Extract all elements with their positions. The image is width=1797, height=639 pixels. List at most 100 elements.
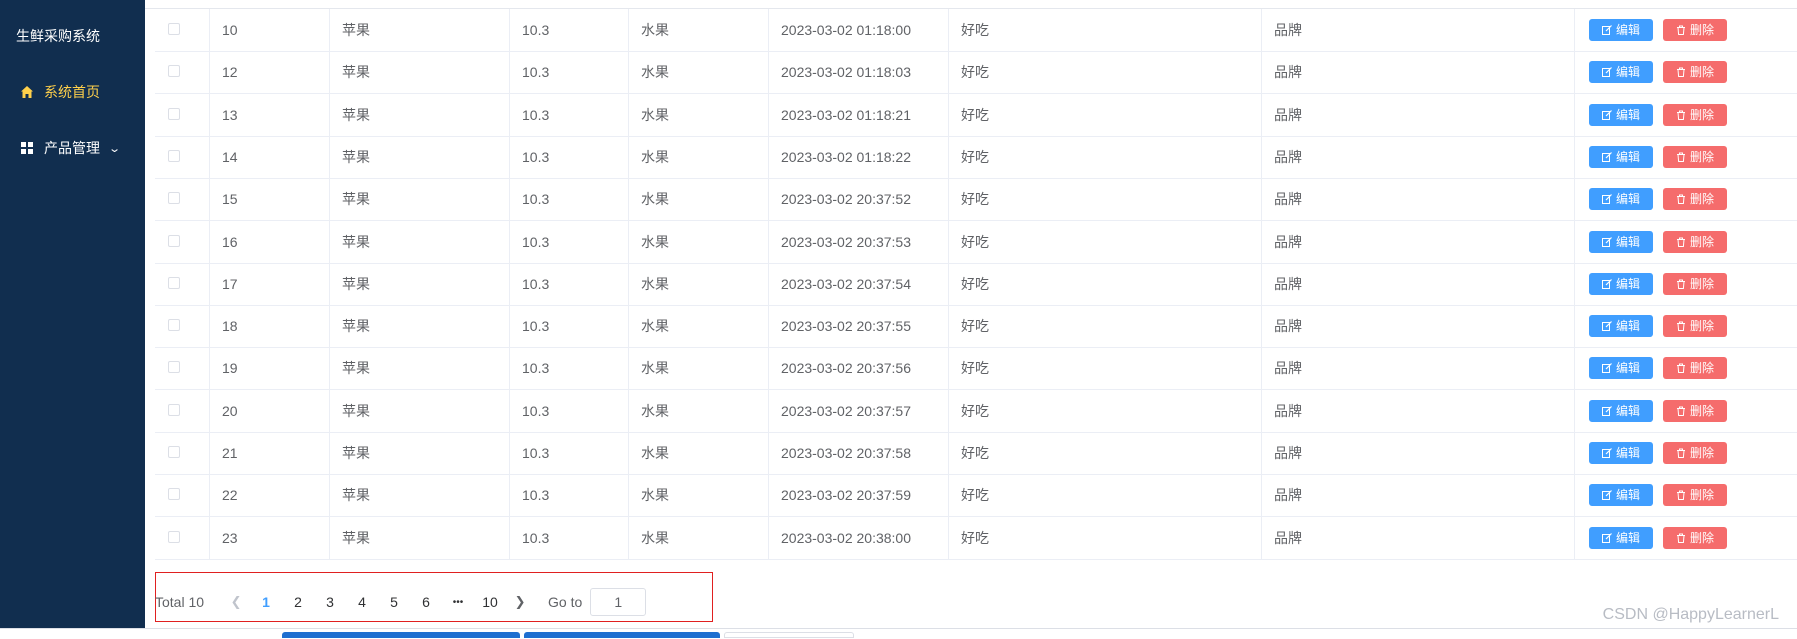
edit-button-label: 编辑: [1615, 403, 1640, 418]
row-checkbox[interactable]: [168, 149, 180, 162]
cell-brand: 品牌: [1262, 432, 1575, 474]
delete-button[interactable]: 删除: [1663, 103, 1727, 126]
select-cell: [155, 516, 210, 559]
cell-id: 10: [210, 9, 330, 51]
row-checkbox[interactable]: [168, 488, 180, 501]
edit-button[interactable]: 编辑: [1589, 526, 1653, 549]
edit-button[interactable]: 编辑: [1589, 484, 1653, 507]
page-10[interactable]: 10: [474, 594, 506, 610]
cell-time: 2023-03-02 20:37:53: [769, 220, 949, 263]
cell-desc: 好吃: [949, 516, 1262, 559]
cell-category: 水果: [629, 9, 769, 51]
row-checkbox[interactable]: [168, 276, 180, 289]
trash-icon: [1676, 406, 1685, 416]
cell-category: 水果: [629, 178, 769, 221]
delete-button[interactable]: 删除: [1663, 357, 1727, 380]
cell-time: 2023-03-02 01:18:03: [769, 51, 949, 94]
edit-button[interactable]: 编辑: [1589, 272, 1653, 295]
cell-brand: 品牌: [1262, 93, 1575, 136]
sidebar-item-product-management[interactable]: 产品管理 ⌄: [0, 128, 145, 168]
edit-button[interactable]: 编辑: [1589, 399, 1653, 422]
select-cell: [155, 305, 210, 348]
delete-button-label: 删除: [1689, 488, 1714, 503]
cell-name: 苹果: [330, 305, 510, 348]
delete-button-label: 删除: [1689, 107, 1714, 122]
page-1[interactable]: 1: [250, 594, 282, 610]
edit-button[interactable]: 编辑: [1589, 442, 1653, 464]
cell-category: 水果: [629, 220, 769, 263]
cell-desc: 好吃: [949, 262, 1262, 305]
cell-name: 苹果: [330, 516, 510, 559]
row-checkbox[interactable]: [168, 23, 180, 35]
trash-icon: [1676, 279, 1685, 289]
sidebar: 生鲜采购系统 系统首页 产品管理 ⌄: [0, 0, 145, 628]
edit-button[interactable]: 编辑: [1589, 230, 1653, 253]
pagination-total: Total 10: [155, 594, 205, 610]
cell-time: 2023-03-02 20:37:52: [769, 178, 949, 221]
delete-button[interactable]: 删除: [1663, 526, 1727, 549]
table-row: 18 苹果 10.3 水果 2023-03-02 20:37:55 好吃 品牌 编辑 删除: [155, 305, 1797, 349]
cell-desc: 好吃: [949, 178, 1262, 221]
delete-button[interactable]: 删除: [1663, 145, 1727, 168]
table-row: 20 苹果 10.3 水果 2023-03-02 20:37:57 好吃 品牌 编辑 删除: [155, 389, 1797, 433]
cell-id: 13: [210, 93, 330, 136]
select-cell: [155, 262, 210, 305]
bottom-tab-3[interactable]: [724, 632, 854, 638]
row-checkbox[interactable]: [168, 403, 180, 416]
page-2[interactable]: 2: [282, 594, 314, 610]
cell-desc: 好吃: [949, 9, 1262, 51]
delete-button[interactable]: 删除: [1663, 61, 1727, 84]
edit-button[interactable]: 编辑: [1589, 103, 1653, 126]
next-page-icon[interactable]: ❯: [506, 594, 534, 610]
row-checkbox[interactable]: [168, 107, 180, 120]
page-4[interactable]: 4: [346, 594, 378, 610]
edit-button[interactable]: 编辑: [1589, 19, 1653, 41]
page-6[interactable]: 6: [410, 594, 442, 610]
bottom-bar: [0, 628, 1797, 639]
row-checkbox[interactable]: [168, 530, 180, 543]
cell-brand: 品牌: [1262, 51, 1575, 94]
prev-page-icon[interactable]: ❮: [222, 594, 250, 610]
delete-button[interactable]: 删除: [1663, 19, 1727, 41]
edit-button-label: 编辑: [1615, 488, 1640, 503]
delete-button[interactable]: 删除: [1663, 315, 1727, 338]
goto-label: Go to: [548, 594, 583, 610]
delete-button[interactable]: 删除: [1663, 272, 1727, 295]
bottom-tab-1[interactable]: [282, 632, 520, 638]
cell-name: 苹果: [330, 474, 510, 517]
edit-icon: [1601, 278, 1612, 289]
edit-icon: [1601, 490, 1612, 501]
delete-button-label: 删除: [1689, 361, 1714, 376]
edit-button[interactable]: 编辑: [1589, 61, 1653, 84]
delete-button[interactable]: 删除: [1663, 442, 1727, 464]
edit-icon: [1601, 532, 1612, 543]
cell-price: 10.3: [510, 220, 629, 263]
cell-price: 10.3: [510, 305, 629, 348]
row-checkbox[interactable]: [168, 234, 180, 247]
row-checkbox[interactable]: [168, 361, 180, 374]
cell-desc: 好吃: [949, 474, 1262, 517]
page-3[interactable]: 3: [314, 594, 346, 610]
edit-icon: [1601, 67, 1612, 78]
delete-button[interactable]: 删除: [1663, 230, 1727, 253]
edit-button[interactable]: 编辑: [1589, 315, 1653, 338]
page-5[interactable]: 5: [378, 594, 410, 610]
goto-page-input[interactable]: [590, 588, 647, 616]
row-checkbox[interactable]: [168, 446, 180, 458]
row-checkbox[interactable]: [168, 319, 180, 332]
more-pages-icon[interactable]: •••: [442, 597, 474, 608]
table-row: 16 苹果 10.3 水果 2023-03-02 20:37:53 好吃 品牌 编辑 删除: [155, 220, 1797, 264]
delete-button[interactable]: 删除: [1663, 484, 1727, 507]
delete-button[interactable]: 删除: [1663, 399, 1727, 422]
delete-button[interactable]: 删除: [1663, 188, 1727, 211]
edit-button[interactable]: 编辑: [1589, 188, 1653, 211]
cell-time: 2023-03-02 20:37:54: [769, 262, 949, 305]
edit-button[interactable]: 编辑: [1589, 357, 1653, 380]
sidebar-item-home[interactable]: 系统首页: [0, 72, 145, 112]
cell-desc: 好吃: [949, 220, 1262, 263]
cell-desc: 好吃: [949, 135, 1262, 178]
row-checkbox[interactable]: [168, 65, 180, 78]
edit-button[interactable]: 编辑: [1589, 145, 1653, 168]
row-checkbox[interactable]: [168, 192, 180, 205]
bottom-tab-2[interactable]: [524, 632, 720, 638]
